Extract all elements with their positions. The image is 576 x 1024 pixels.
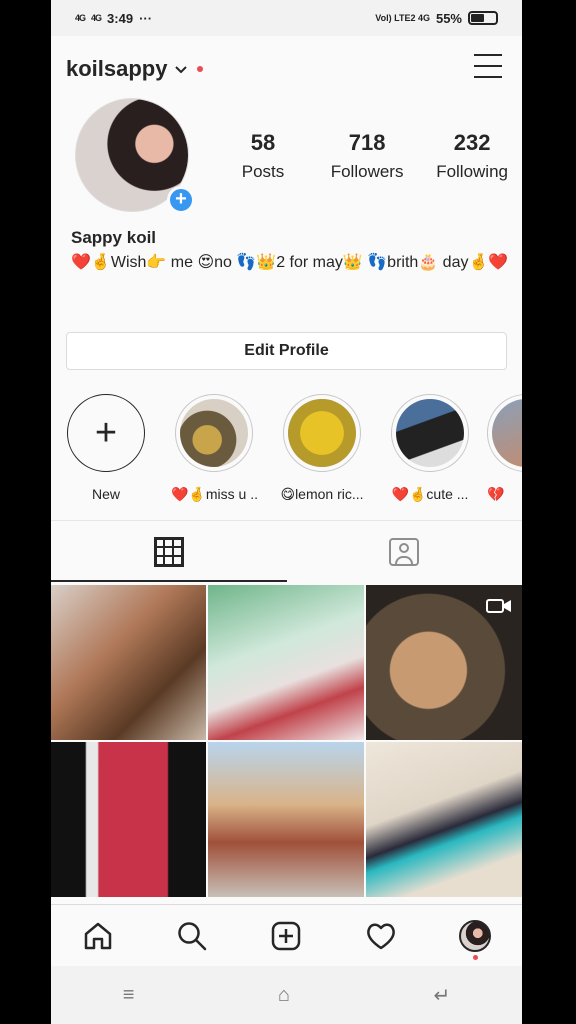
highlight-ring: + xyxy=(67,394,145,472)
profile-tabs xyxy=(51,520,522,582)
highlight-thumbnail xyxy=(288,399,356,467)
notification-icons: ··· xyxy=(139,10,153,26)
signal-icon: 4G xyxy=(75,13,86,23)
plus-icon: + xyxy=(94,412,118,454)
stat-value: 232 xyxy=(453,130,491,155)
activity-heart-icon[interactable] xyxy=(361,916,401,956)
profile-bio: Sappy koil ❤️🤞Wish👉 me 😍no 👣👑2 for may👑 … xyxy=(71,228,511,275)
highlight-item[interactable]: ❤️🤞cute ... xyxy=(387,394,473,503)
grid-post[interactable] xyxy=(366,742,522,897)
tagged-icon xyxy=(389,537,420,566)
profile-header: koilsappy xyxy=(51,44,522,94)
grid-post[interactable] xyxy=(208,585,364,740)
highlight-item[interactable]: 💔 xyxy=(487,394,522,503)
highlight-item[interactable]: 😋lemon ric... xyxy=(279,394,365,503)
profile-tab[interactable] xyxy=(455,916,495,960)
clock: 3:49 xyxy=(107,10,134,26)
story-highlights: + New ❤️🤞miss u ... 😋lemon ric... ❤️🤞cut… xyxy=(51,394,522,504)
phone-screen: 4G 4G 3:49 ··· Vol) LTE2 4G 55% koilsapp… xyxy=(51,0,522,1024)
profile-avatar-container[interactable]: + xyxy=(75,98,195,214)
profile-avatar-icon xyxy=(458,919,491,952)
highlight-ring xyxy=(391,394,469,472)
recents-icon[interactable]: ≡ xyxy=(123,984,135,1007)
video-icon xyxy=(486,597,512,620)
hamburger-icon[interactable] xyxy=(474,54,502,78)
stat-label: Followers xyxy=(330,162,404,181)
stat-label: Following xyxy=(436,162,508,181)
back-icon[interactable]: ↵ xyxy=(433,983,450,1008)
grid-post[interactable] xyxy=(208,742,364,897)
stat-followers[interactable]: 718 Followers xyxy=(331,130,404,182)
add-post-icon[interactable] xyxy=(266,916,306,956)
highlight-label: ❤️🤞cute ... xyxy=(391,486,469,502)
highlight-ring xyxy=(283,394,361,472)
battery-fill xyxy=(471,14,485,22)
highlight-thumbnail xyxy=(492,399,522,467)
photo-grid xyxy=(51,585,522,897)
profile-display-name: Sappy koil xyxy=(71,228,157,247)
battery-icon xyxy=(468,11,498,25)
highlight-new[interactable]: + New xyxy=(63,394,149,502)
stat-label: Posts xyxy=(241,162,285,181)
stat-following[interactable]: 232 Following xyxy=(436,130,508,182)
edit-profile-button[interactable]: Edit Profile xyxy=(66,332,507,370)
battery-percentage: 55% xyxy=(435,10,462,26)
notification-dot xyxy=(197,66,204,72)
network-indicator: Vol) LTE2 4G xyxy=(375,13,430,23)
chevron-down-icon[interactable] xyxy=(175,61,188,77)
highlight-label: 💔 xyxy=(487,486,505,502)
highlight-label: ❤️🤞miss u ... xyxy=(171,486,257,502)
highlight-thumbnail xyxy=(396,399,464,467)
grid-post[interactable] xyxy=(51,585,206,740)
grid-icon xyxy=(153,536,184,567)
grid-post[interactable] xyxy=(51,742,206,897)
status-right: Vol) LTE2 4G 55% xyxy=(375,11,498,26)
status-left: 4G 4G 3:49 ··· xyxy=(75,11,152,26)
highlight-label: 😋lemon ric... xyxy=(280,486,364,502)
grid-post[interactable] xyxy=(366,585,522,740)
highlight-label: New xyxy=(91,486,120,502)
home-icon[interactable]: ⌂ xyxy=(278,984,290,1007)
account-username[interactable]: koilsappy xyxy=(66,56,167,82)
bio-text: ❤️🤞Wish👉 me 😍no 👣👑2 for may👑 👣brith🎂 day… xyxy=(71,254,509,271)
profile-stats: 58 Posts 718 Followers 232 Following xyxy=(228,130,508,182)
notification-dot xyxy=(472,954,478,960)
home-icon[interactable] xyxy=(78,916,118,956)
tab-tagged[interactable] xyxy=(287,521,523,582)
search-icon[interactable] xyxy=(172,916,212,956)
status-bar: 4G 4G 3:49 ··· Vol) LTE2 4G 55% xyxy=(51,0,522,36)
highlight-ring xyxy=(487,394,522,472)
highlight-thumbnail xyxy=(180,399,248,467)
system-navigation: ≡ ⌂ ↵ xyxy=(51,966,522,1024)
add-story-plus-icon[interactable]: + xyxy=(167,186,195,214)
stat-posts[interactable]: 58 Posts xyxy=(228,130,298,182)
stat-value: 58 xyxy=(250,130,276,155)
stat-value: 718 xyxy=(348,130,386,155)
highlight-item[interactable]: ❤️🤞miss u ... xyxy=(171,394,257,503)
signal-icon-2: 4G xyxy=(91,13,102,23)
highlight-ring xyxy=(175,394,253,472)
bottom-navigation xyxy=(51,904,522,966)
tab-grid[interactable] xyxy=(51,521,287,582)
